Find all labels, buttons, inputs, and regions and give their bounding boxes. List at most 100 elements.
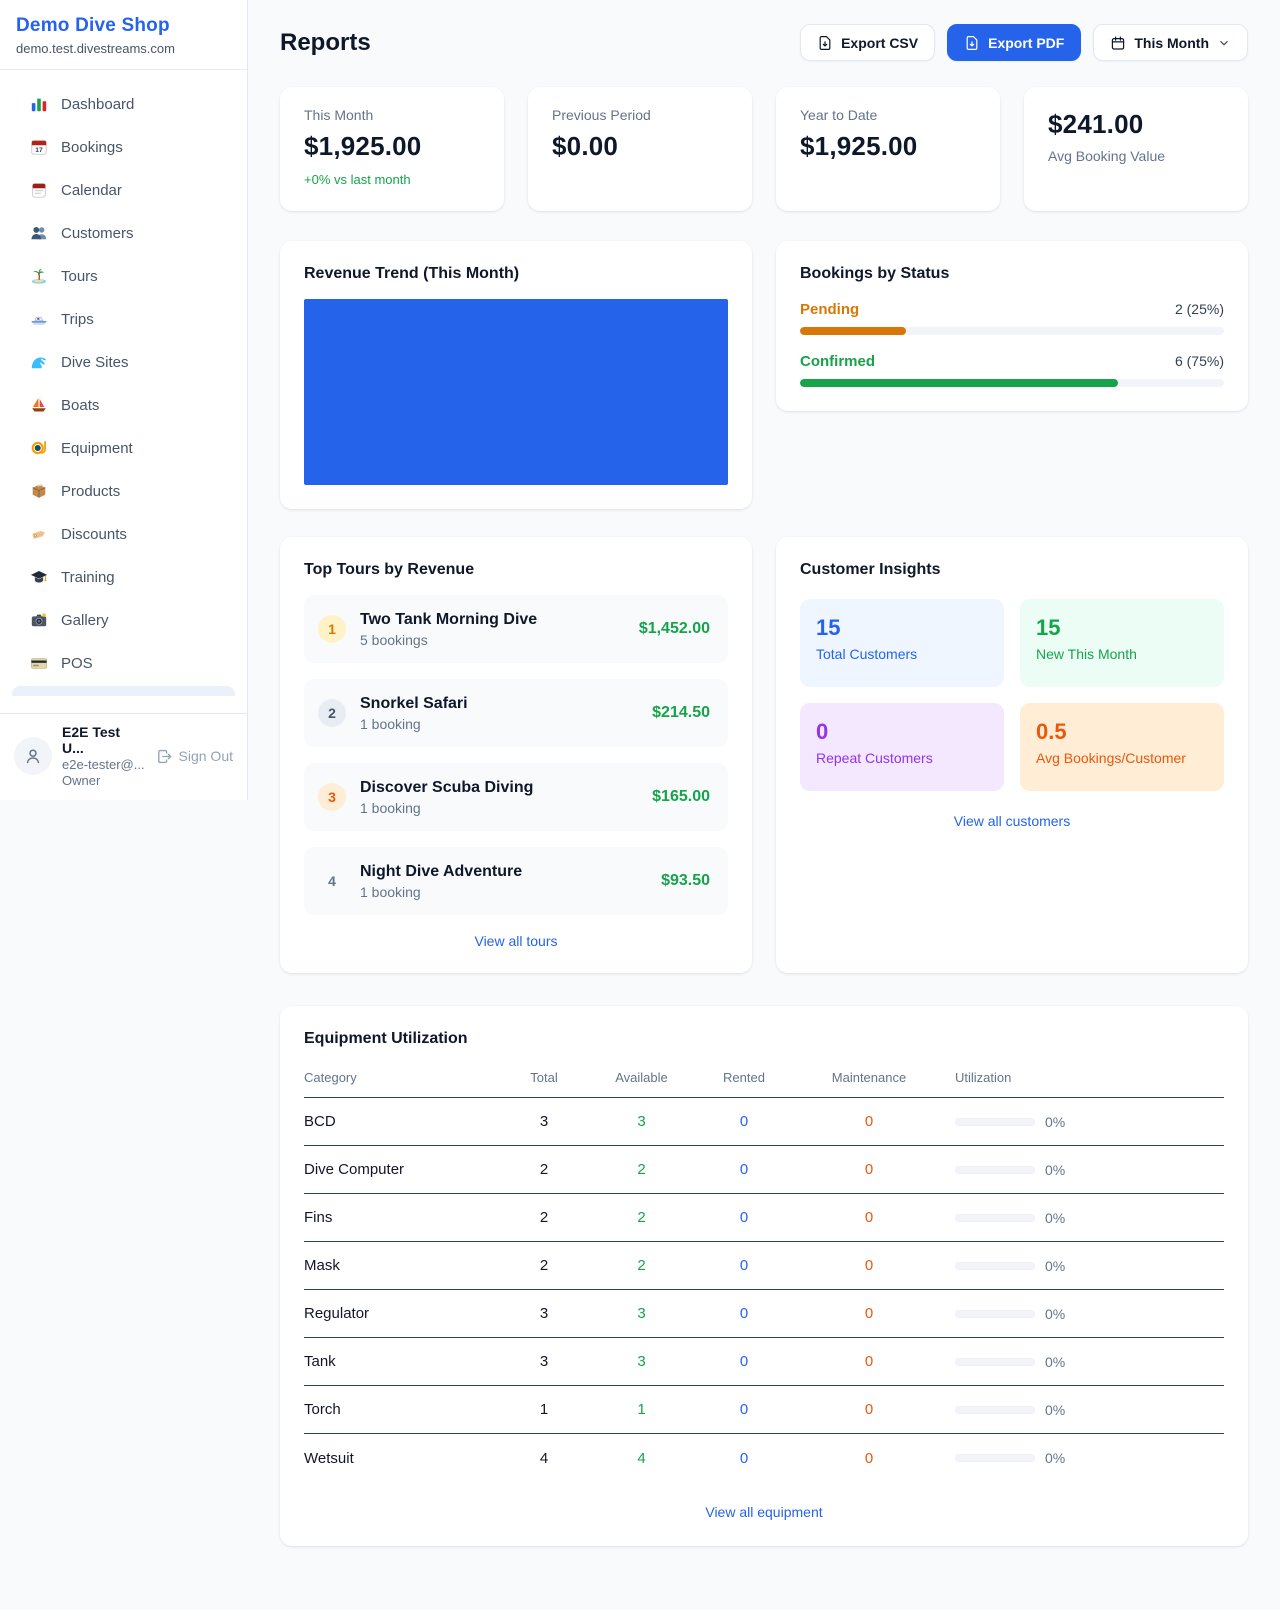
tour-name: Two Tank Morning Dive — [360, 611, 625, 629]
gallery-icon — [30, 611, 48, 629]
utilization-pct: 0% — [1045, 1258, 1065, 1274]
sign-out-label: Sign Out — [179, 748, 233, 764]
sidebar-item-tours[interactable]: Tours — [12, 256, 235, 296]
charts-row: Revenue Trend (This Month) Bookings by S… — [280, 241, 1248, 509]
equipment-available: 3 — [594, 1113, 689, 1130]
sidebar-item-gallery[interactable]: Gallery — [12, 600, 235, 640]
table-row: Tank 3 3 0 0 0% — [304, 1338, 1224, 1386]
stat-card-previous-period: Previous Period $0.00 — [528, 87, 752, 211]
sidebar-item-label: Dive Sites — [61, 354, 129, 371]
utilization-pct: 0% — [1045, 1450, 1065, 1466]
user-email: e2e-tester@... — [62, 757, 146, 772]
stat-value: $1,925.00 — [304, 131, 480, 162]
export-csv-button[interactable]: Export CSV — [800, 24, 935, 61]
status-count: 6 (75%) — [1175, 353, 1224, 369]
brand-block: Demo Dive Shop demo.test.divestreams.com — [0, 0, 247, 70]
status-label: Confirmed — [800, 353, 875, 370]
equipment-category: Torch — [304, 1401, 494, 1418]
sidebar-item-customers[interactable]: Customers — [12, 213, 235, 253]
utilization-pct: 0% — [1045, 1162, 1065, 1178]
stats-row: This Month $1,925.00 +0% vs last month P… — [280, 87, 1248, 211]
utilization-bar — [955, 1358, 1035, 1366]
period-dropdown[interactable]: This Month — [1093, 24, 1248, 61]
calendar-outline-icon — [1110, 35, 1126, 51]
sidebar-item-calendar[interactable]: Calendar — [12, 170, 235, 210]
insight-label: Avg Bookings/Customer — [1036, 750, 1208, 766]
bookings-by-status-title: Bookings by Status — [800, 265, 1224, 283]
bookings-by-status-card: Bookings by Status Pending 2 (25%) Confi… — [776, 241, 1248, 411]
equipment-rented: 0 — [689, 1353, 799, 1370]
insights-grid: 15 Total Customers 15 New This Month 0 R… — [800, 599, 1224, 791]
top-tours-card: Top Tours by Revenue 1 Two Tank Morning … — [280, 537, 752, 973]
tour-revenue: $93.50 — [661, 872, 710, 890]
sidebar-item-products[interactable]: Products — [12, 471, 235, 511]
equipment-total: 3 — [494, 1305, 594, 1322]
utilization-bar — [955, 1262, 1035, 1270]
training-icon — [30, 568, 48, 586]
tours-icon — [30, 267, 48, 285]
table-row: Regulator 3 3 0 0 0% — [304, 1290, 1224, 1338]
equipment-rented: 0 — [689, 1209, 799, 1226]
equipment-category: Wetsuit — [304, 1450, 494, 1467]
view-all-equipment-link[interactable]: View all equipment — [304, 1504, 1224, 1520]
utilization-bar — [955, 1118, 1035, 1126]
sidebar-item-trips[interactable]: Trips — [12, 299, 235, 339]
status-bar-fill — [800, 379, 1118, 387]
dashboard-icon — [30, 95, 48, 113]
utilization-pct: 0% — [1045, 1402, 1065, 1418]
page-header: Reports Export CSV Export PDF This Month — [280, 24, 1248, 61]
sidebar-item-label: Customers — [61, 225, 134, 242]
insights-row: Top Tours by Revenue 1 Two Tank Morning … — [280, 537, 1248, 973]
sidebar-item-training[interactable]: Training — [12, 557, 235, 597]
export-pdf-button[interactable]: Export PDF — [947, 24, 1081, 61]
pos-icon — [30, 654, 48, 672]
equipment-category: Regulator — [304, 1305, 494, 1322]
tour-row: 1 Two Tank Morning Dive 5 bookings $1,45… — [304, 595, 728, 663]
view-all-tours-link[interactable]: View all tours — [304, 933, 728, 949]
sign-out-button[interactable]: Sign Out — [156, 748, 233, 765]
sidebar-item-discounts[interactable]: Discounts — [12, 514, 235, 554]
revenue-trend-card: Revenue Trend (This Month) — [280, 241, 752, 509]
file-download-icon — [964, 35, 980, 51]
table-row: BCD 3 3 0 0 0% — [304, 1098, 1224, 1146]
tour-revenue: $165.00 — [652, 788, 710, 806]
tour-name: Night Dive Adventure — [360, 863, 647, 881]
sidebar-item-reports-active[interactable] — [12, 686, 235, 696]
utilization-pct: 0% — [1045, 1114, 1065, 1130]
tour-row: 2 Snorkel Safari 1 booking $214.50 — [304, 679, 728, 747]
sidebar-item-label: Tours — [61, 268, 98, 285]
equipment-rented: 0 — [689, 1113, 799, 1130]
equipment-rented: 0 — [689, 1305, 799, 1322]
products-icon — [30, 482, 48, 500]
view-all-customers-link[interactable]: View all customers — [800, 813, 1224, 829]
insight-label: Repeat Customers — [816, 750, 988, 766]
sidebar-item-boats[interactable]: Boats — [12, 385, 235, 425]
tour-row: 3 Discover Scuba Diving 1 booking $165.0… — [304, 763, 728, 831]
sidebar-item-equipment[interactable]: Equipment — [12, 428, 235, 468]
sidebar-item-pos[interactable]: POS — [12, 643, 235, 683]
equipment-maintenance: 0 — [799, 1353, 939, 1370]
rank-badge: 3 — [318, 783, 346, 811]
insight-value: 0.5 — [1036, 719, 1208, 745]
tour-name: Snorkel Safari — [360, 695, 638, 713]
column-header: Available — [594, 1070, 689, 1085]
sidebar-item-bookings[interactable]: 17 Bookings — [12, 127, 235, 167]
stat-value: $241.00 — [1048, 109, 1224, 140]
insight-value: 15 — [816, 615, 988, 641]
sidebar-item-dive-sites[interactable]: Dive Sites — [12, 342, 235, 382]
status-bar-track — [800, 327, 1224, 335]
equipment-rented: 0 — [689, 1161, 799, 1178]
status-bar-fill — [800, 327, 906, 335]
avatar — [14, 737, 52, 775]
equipment-maintenance: 0 — [799, 1209, 939, 1226]
equipment-available: 3 — [594, 1353, 689, 1370]
tour-revenue: $1,452.00 — [639, 620, 710, 638]
equipment-available: 3 — [594, 1305, 689, 1322]
svg-text:17: 17 — [35, 147, 43, 154]
sidebar-nav: Dashboard 17 Bookings Calendar Customers… — [0, 70, 247, 713]
sidebar-item-dashboard[interactable]: Dashboard — [12, 84, 235, 124]
sidebar-item-label: Calendar — [61, 182, 122, 199]
sidebar: Demo Dive Shop demo.test.divestreams.com… — [0, 0, 248, 800]
stat-card-this-month: This Month $1,925.00 +0% vs last month — [280, 87, 504, 211]
equipment-rented: 0 — [689, 1450, 799, 1467]
